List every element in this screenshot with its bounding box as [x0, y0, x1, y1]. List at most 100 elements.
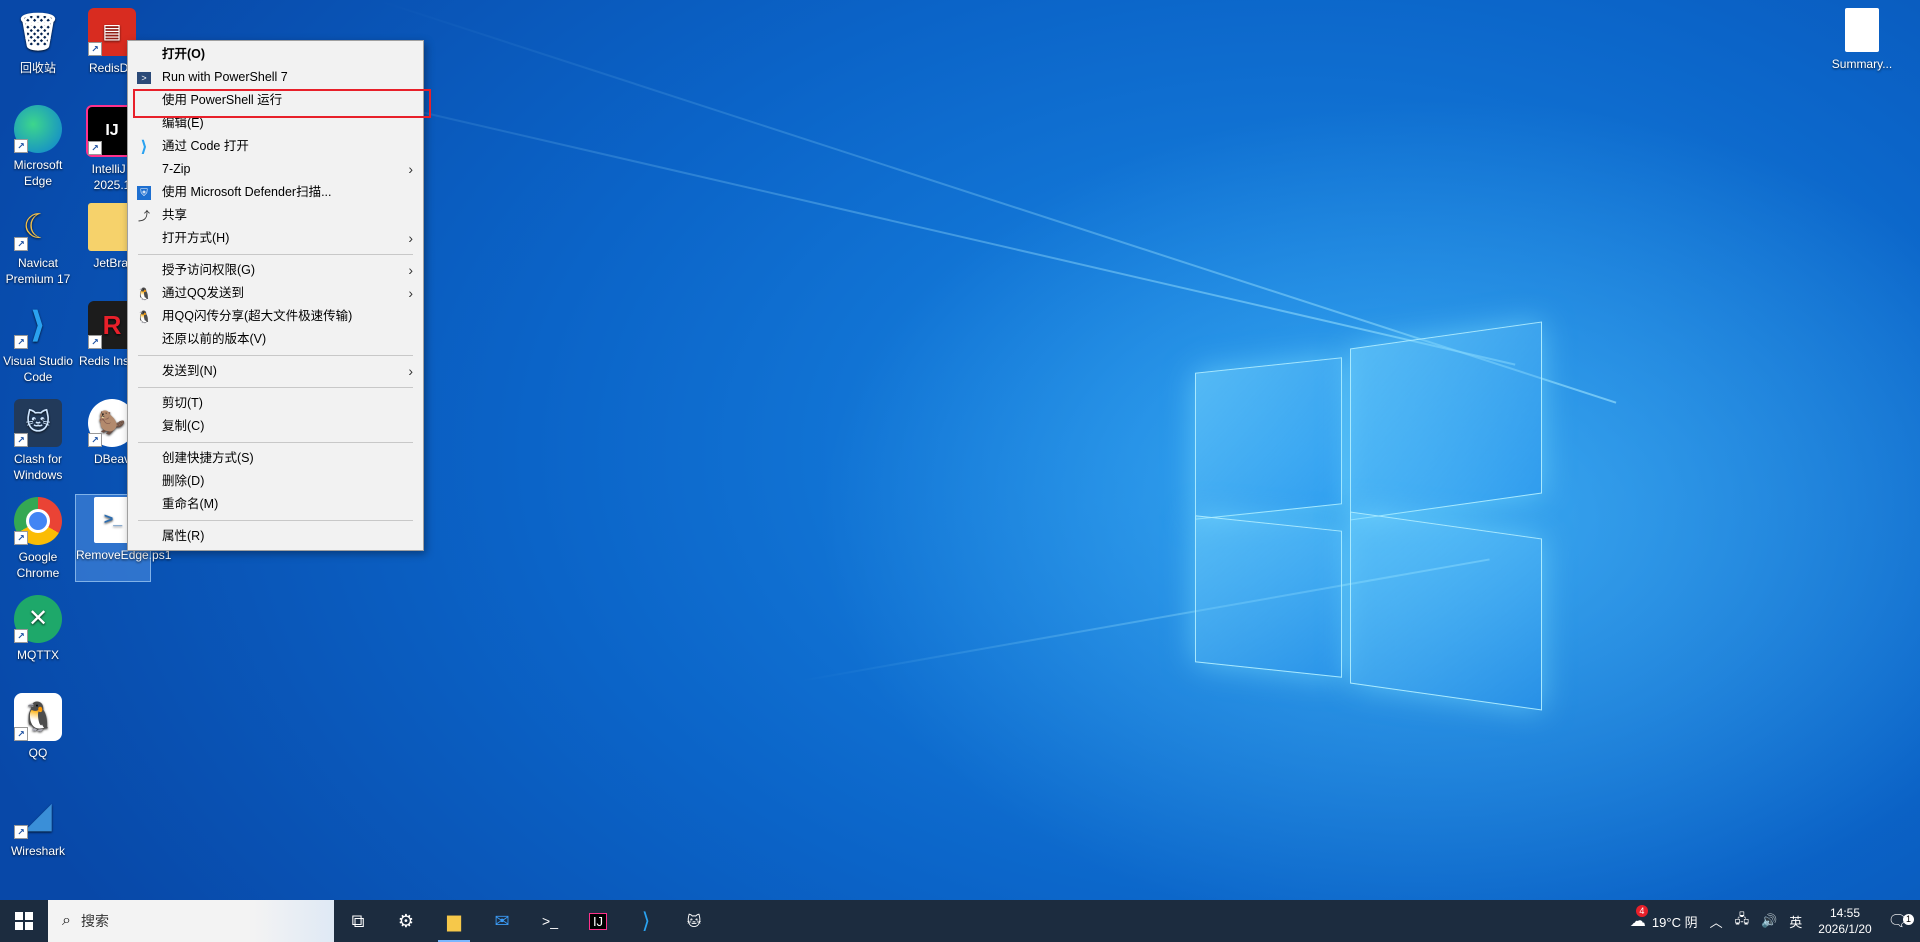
menu-item-label: 打开(O)	[162, 47, 206, 61]
weather-text: 19°C 阴	[1651, 914, 1698, 930]
intellij-icon: IJ	[588, 912, 608, 930]
terminal-taskbar-button[interactable]: >_	[526, 900, 574, 942]
notification-center-button[interactable]: 🗨 1	[1882, 911, 1920, 931]
windows-logo-wallpaper	[1190, 321, 1570, 711]
search-box[interactable]: ⌕ 搜索	[48, 900, 334, 942]
menu-item-label: 创建快捷方式(S)	[162, 451, 254, 465]
mail-icon: ✉	[494, 910, 510, 931]
vscode-taskbar-button[interactable]: ⟩	[622, 900, 670, 942]
menu-item-24[interactable]: 属性(R)	[128, 525, 423, 548]
submenu-chevron-icon: ›	[408, 262, 413, 278]
recycle-bin-icon-tile[interactable]: 🗑 回收站	[0, 8, 78, 76]
icon-label: Google Chrome	[16, 550, 60, 580]
menu-separator	[138, 387, 413, 388]
start-button[interactable]	[0, 900, 48, 942]
mqttx-icon-tile[interactable]: ✕ ↗ MQTTX	[0, 595, 78, 663]
menu-item-label: 编辑(E)	[162, 116, 204, 130]
shortcut-arrow-icon: ↗	[88, 42, 102, 56]
menu-item-label: 删除(D)	[162, 474, 205, 488]
menu-item-1[interactable]: > Run with PowerShell 7	[128, 66, 423, 89]
menu-item-20[interactable]: 创建快捷方式(S)	[128, 447, 423, 470]
clash-icon-tile[interactable]: 🐱 ↗ Clash for Windows	[0, 399, 78, 483]
qq-icon: 🐧	[136, 309, 152, 324]
clock-time: 14:55	[1829, 906, 1860, 920]
submenu-chevron-icon: ›	[408, 285, 413, 301]
menu-item-22[interactable]: 重命名(M)	[128, 493, 423, 516]
menu-item-11[interactable]: 🐧 通过QQ发送到 ›	[128, 282, 423, 305]
share-icon: ⤴	[137, 208, 150, 223]
weather-alert-badge: 4	[1635, 905, 1648, 917]
menu-item-0[interactable]: 打开(O)	[128, 43, 423, 66]
chevron-up-icon: ︿	[1709, 914, 1723, 930]
powershell-icon: >	[136, 70, 152, 86]
icon-label: DBeav	[93, 452, 131, 466]
intellij-taskbar-button[interactable]: IJ	[574, 900, 622, 942]
ime-indicator: 英	[1789, 914, 1803, 930]
task-view-button[interactable]: ⧉	[334, 900, 382, 942]
menu-item-label: Run with PowerShell 7	[162, 70, 288, 84]
menu-item-13[interactable]: 还原以前的版本(V)	[128, 328, 423, 351]
menu-item-label: 复制(C)	[162, 419, 205, 433]
submenu-chevron-icon: ›	[408, 230, 413, 246]
file-explorer-taskbar-button[interactable]: ▆	[430, 900, 478, 942]
menu-item-label: 发送到(N)	[162, 364, 217, 378]
qq-icon-tile[interactable]: 🐧 ↗ QQ	[0, 693, 78, 761]
menu-item-6[interactable]: ⛨ 使用 Microsoft Defender扫描...	[128, 181, 423, 204]
show-hidden-icons-button[interactable]: ︿	[1704, 912, 1729, 931]
menu-item-8[interactable]: 打开方式(H) ›	[128, 227, 423, 250]
menu-item-label: 属性(R)	[162, 529, 205, 543]
clock[interactable]: 14:55 2026/1/20	[1808, 905, 1881, 937]
menu-separator	[138, 442, 413, 443]
icon-label: Navicat Premium 17	[5, 256, 71, 286]
network-icon: 🖧	[1734, 911, 1750, 926]
highlight-box	[133, 89, 431, 118]
navicat-icon-tile[interactable]: ☾ ↗ Navicat Premium 17	[0, 203, 78, 287]
icon-label: JetBrai	[93, 256, 131, 270]
vscode-icon-tile[interactable]: ⟩ ↗ Visual Studio Code	[0, 301, 78, 385]
network-button[interactable]: 🖧	[1729, 910, 1756, 932]
clash-icon: 🐱 ↗	[14, 399, 62, 447]
menu-item-label: 授予访问权限(G)	[162, 263, 256, 277]
icon-label: Summary...	[1831, 57, 1893, 71]
menu-item-label: 通过 Code 打开	[162, 139, 249, 153]
edge-icon-tile[interactable]: ↗ Microsoft Edge	[0, 105, 78, 189]
recycle-bin-icon: 🗑	[15, 11, 61, 52]
search-highlight-decoration	[254, 900, 334, 942]
menu-item-label: 通过QQ发送到	[162, 286, 244, 300]
qq-icon: 🐧 ↗	[14, 693, 62, 741]
chrome-icon-tile[interactable]: ↗ Google Chrome	[0, 497, 78, 581]
weather-widget[interactable]: ☁ 4 19°C 阴	[1624, 905, 1704, 931]
outlook-taskbar-button[interactable]: ✉	[478, 900, 526, 942]
vscode-icon: ⟩	[641, 908, 651, 933]
summary-file-icon-tile[interactable]: Summary...	[1820, 8, 1904, 72]
menu-item-12[interactable]: 🐧 用QQ闪传分享(超大文件极速传输)	[128, 305, 423, 328]
menu-item-18[interactable]: 复制(C)	[128, 415, 423, 438]
menu-item-7[interactable]: ⤴ 共享	[128, 204, 423, 227]
system-tray: ☁ 4 19°C 阴 ︿ 🖧 🔊 英 14:55 2026/1/20 🗨 1	[1624, 900, 1920, 942]
edge-icon: ↗	[14, 105, 62, 153]
terminal-icon: >_	[542, 913, 558, 929]
menu-item-21[interactable]: 删除(D)	[128, 470, 423, 493]
menu-separator	[138, 520, 413, 521]
taskbar: ⌕ 搜索 ⧉ ⚙ ▆ ✉ >_ IJ ⟩ 🐱 ☁ 4 19°C 阴 ︿ 🖧 🔊 …	[0, 900, 1920, 942]
wireshark-icon-tile[interactable]: ◢ ↗ Wireshark	[0, 791, 78, 859]
icon-label: MQTTX	[17, 648, 59, 662]
icon-label: Clash for Windows	[13, 452, 63, 482]
menu-item-label: 用QQ闪传分享(超大文件极速传输)	[162, 309, 353, 323]
clash-icon: 🐱	[686, 912, 702, 929]
volume-button[interactable]: 🔊	[1755, 913, 1783, 929]
menu-item-label: 重命名(M)	[162, 497, 219, 511]
clash-taskbar-button[interactable]: 🐱	[670, 900, 718, 942]
submenu-chevron-icon: ›	[408, 363, 413, 379]
menu-item-10[interactable]: 授予访问权限(G) ›	[128, 259, 423, 282]
menu-item-17[interactable]: 剪切(T)	[128, 392, 423, 415]
menu-item-15[interactable]: 发送到(N) ›	[128, 360, 423, 383]
menu-item-5[interactable]: 7-Zip ›	[128, 158, 423, 181]
menu-separator	[138, 254, 413, 255]
menu-item-label: 还原以前的版本(V)	[162, 332, 267, 346]
menu-item-4[interactable]: ⟩ 通过 Code 打开	[128, 135, 423, 158]
input-method-button[interactable]: 英	[1783, 912, 1808, 931]
task-view-icon: ⧉	[351, 910, 365, 931]
settings-taskbar-button[interactable]: ⚙	[382, 900, 430, 942]
menu-item-label: 7-Zip	[162, 162, 191, 176]
